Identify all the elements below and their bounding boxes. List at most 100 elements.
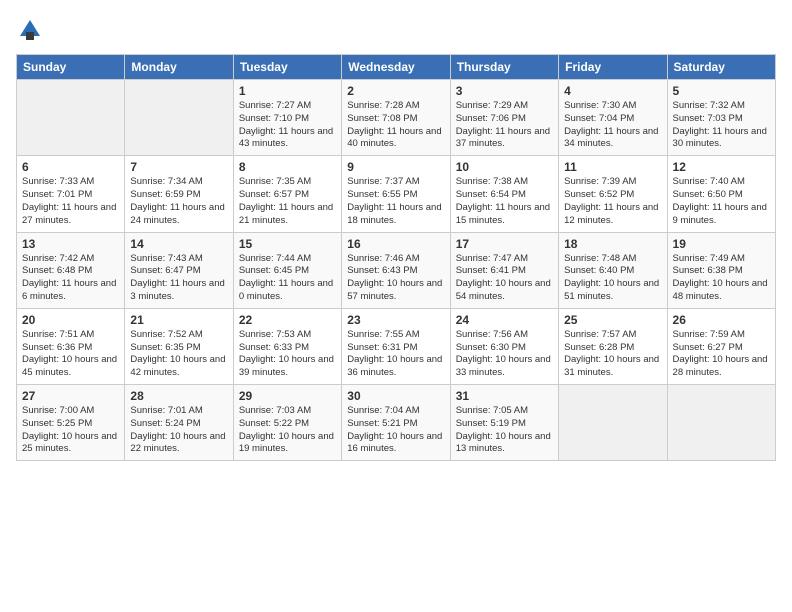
day-number: 16 bbox=[347, 237, 444, 251]
calendar-header-tuesday: Tuesday bbox=[233, 55, 341, 80]
calendar-cell: 15 Sunrise: 7:44 AM Sunset: 6:45 PM Dayli… bbox=[233, 232, 341, 308]
day-number: 20 bbox=[22, 313, 119, 327]
calendar-cell bbox=[559, 385, 667, 461]
calendar-cell bbox=[125, 80, 233, 156]
calendar-cell: 2 Sunrise: 7:28 AM Sunset: 7:08 PM Daylig… bbox=[342, 80, 450, 156]
day-info: Sunrise: 7:46 AM Sunset: 6:43 PM Dayligh… bbox=[347, 253, 444, 304]
day-number: 21 bbox=[130, 313, 227, 327]
day-number: 17 bbox=[456, 237, 553, 251]
day-number: 18 bbox=[564, 237, 661, 251]
calendar-cell: 10 Sunrise: 7:38 AM Sunset: 6:54 PM Dayli… bbox=[450, 156, 558, 232]
calendar-cell: 12 Sunrise: 7:40 AM Sunset: 6:50 PM Dayli… bbox=[667, 156, 775, 232]
day-info: Sunrise: 7:49 AM Sunset: 6:38 PM Dayligh… bbox=[673, 253, 770, 304]
calendar-cell: 7 Sunrise: 7:34 AM Sunset: 6:59 PM Daylig… bbox=[125, 156, 233, 232]
calendar-cell: 28 Sunrise: 7:01 AM Sunset: 5:24 PM Dayli… bbox=[125, 385, 233, 461]
calendar-week-row: 1Sunrise: 7:27 AM Sunset: 7:10 PM Daylig… bbox=[17, 80, 776, 156]
calendar-cell: 21 Sunrise: 7:52 AM Sunset: 6:35 PM Dayli… bbox=[125, 308, 233, 384]
day-info: Sunrise: 7:40 AM Sunset: 6:50 PM Dayligh… bbox=[673, 176, 770, 227]
logo bbox=[16, 16, 48, 44]
day-info: Sunrise: 7:51 AM Sunset: 6:36 PM Dayligh… bbox=[22, 329, 119, 380]
calendar-cell: 11 Sunrise: 7:39 AM Sunset: 6:52 PM Dayli… bbox=[559, 156, 667, 232]
day-info: Sunrise: 7:34 AM Sunset: 6:59 PM Dayligh… bbox=[130, 176, 227, 227]
day-number: 6 bbox=[22, 160, 119, 174]
day-info: Sunrise: 7:47 AM Sunset: 6:41 PM Dayligh… bbox=[456, 253, 553, 304]
day-info: Sunrise: 7:59 AM Sunset: 6:27 PM Dayligh… bbox=[673, 329, 770, 380]
day-info: Sunrise: 7:30 AM Sunset: 7:04 PM Dayligh… bbox=[564, 100, 661, 151]
calendar-cell: 13 Sunrise: 7:42 AM Sunset: 6:48 PM Dayli… bbox=[17, 232, 125, 308]
day-info: Sunrise: 7:39 AM Sunset: 6:52 PM Dayligh… bbox=[564, 176, 661, 227]
day-number: 3 bbox=[456, 84, 553, 98]
calendar-cell: 17 Sunrise: 7:47 AM Sunset: 6:41 PM Dayli… bbox=[450, 232, 558, 308]
day-number: 9 bbox=[347, 160, 444, 174]
day-info: Sunrise: 7:52 AM Sunset: 6:35 PM Dayligh… bbox=[130, 329, 227, 380]
day-info: Sunrise: 7:29 AM Sunset: 7:06 PM Dayligh… bbox=[456, 100, 553, 151]
calendar-cell: 26 Sunrise: 7:59 AM Sunset: 6:27 PM Dayli… bbox=[667, 308, 775, 384]
day-number: 2 bbox=[347, 84, 444, 98]
calendar-header-row: SundayMondayTuesdayWednesdayThursdayFrid… bbox=[17, 55, 776, 80]
calendar-header-saturday: Saturday bbox=[667, 55, 775, 80]
calendar-cell: 29Sunrise: 7:03 AM Sunset: 5:22 PM Dayli… bbox=[233, 385, 341, 461]
day-number: 29 bbox=[239, 389, 336, 403]
day-info: Sunrise: 7:42 AM Sunset: 6:48 PM Dayligh… bbox=[22, 253, 119, 304]
day-info: Sunrise: 7:57 AM Sunset: 6:28 PM Dayligh… bbox=[564, 329, 661, 380]
calendar-cell: 25Sunrise: 7:57 AM Sunset: 6:28 PM Dayli… bbox=[559, 308, 667, 384]
calendar-header-monday: Monday bbox=[125, 55, 233, 80]
calendar-week-row: 20 Sunrise: 7:51 AM Sunset: 6:36 PM Dayli… bbox=[17, 308, 776, 384]
calendar-cell: 16 Sunrise: 7:46 AM Sunset: 6:43 PM Dayli… bbox=[342, 232, 450, 308]
calendar-cell: 30 Sunrise: 7:04 AM Sunset: 5:21 PM Dayli… bbox=[342, 385, 450, 461]
day-info: Sunrise: 7:35 AM Sunset: 6:57 PM Dayligh… bbox=[239, 176, 336, 227]
day-number: 13 bbox=[22, 237, 119, 251]
logo-icon bbox=[16, 16, 44, 44]
day-number: 15 bbox=[239, 237, 336, 251]
calendar-cell: 23 Sunrise: 7:55 AM Sunset: 6:31 PM Dayli… bbox=[342, 308, 450, 384]
calendar-cell: 1Sunrise: 7:27 AM Sunset: 7:10 PM Daylig… bbox=[233, 80, 341, 156]
calendar-cell: 18 Sunrise: 7:48 AM Sunset: 6:40 PM Dayli… bbox=[559, 232, 667, 308]
calendar-cell: 5 Sunrise: 7:32 AM Sunset: 7:03 PM Daylig… bbox=[667, 80, 775, 156]
day-info: Sunrise: 7:04 AM Sunset: 5:21 PM Dayligh… bbox=[347, 405, 444, 456]
day-info: Sunrise: 7:55 AM Sunset: 6:31 PM Dayligh… bbox=[347, 329, 444, 380]
calendar-week-row: 27 Sunrise: 7:00 AM Sunset: 5:25 PM Dayli… bbox=[17, 385, 776, 461]
day-info: Sunrise: 7:38 AM Sunset: 6:54 PM Dayligh… bbox=[456, 176, 553, 227]
calendar-header-thursday: Thursday bbox=[450, 55, 558, 80]
day-info: Sunrise: 7:44 AM Sunset: 6:45 PM Dayligh… bbox=[239, 253, 336, 304]
day-info: Sunrise: 7:43 AM Sunset: 6:47 PM Dayligh… bbox=[130, 253, 227, 304]
day-number: 11 bbox=[564, 160, 661, 174]
day-number: 30 bbox=[347, 389, 444, 403]
calendar-cell: 24Sunrise: 7:56 AM Sunset: 6:30 PM Dayli… bbox=[450, 308, 558, 384]
day-number: 24 bbox=[456, 313, 553, 327]
calendar-cell: 19 Sunrise: 7:49 AM Sunset: 6:38 PM Dayli… bbox=[667, 232, 775, 308]
calendar-header-wednesday: Wednesday bbox=[342, 55, 450, 80]
day-info: Sunrise: 7:37 AM Sunset: 6:55 PM Dayligh… bbox=[347, 176, 444, 227]
day-number: 26 bbox=[673, 313, 770, 327]
calendar-header-friday: Friday bbox=[559, 55, 667, 80]
day-number: 28 bbox=[130, 389, 227, 403]
day-number: 12 bbox=[673, 160, 770, 174]
day-info: Sunrise: 7:48 AM Sunset: 6:40 PM Dayligh… bbox=[564, 253, 661, 304]
calendar-cell: 3 Sunrise: 7:29 AM Sunset: 7:06 PM Daylig… bbox=[450, 80, 558, 156]
day-info: Sunrise: 7:33 AM Sunset: 7:01 PM Dayligh… bbox=[22, 176, 119, 227]
day-number: 23 bbox=[347, 313, 444, 327]
day-number: 27 bbox=[22, 389, 119, 403]
day-info: Sunrise: 7:28 AM Sunset: 7:08 PM Dayligh… bbox=[347, 100, 444, 151]
calendar-cell: 31Sunrise: 7:05 AM Sunset: 5:19 PM Dayli… bbox=[450, 385, 558, 461]
day-info: Sunrise: 7:00 AM Sunset: 5:25 PM Dayligh… bbox=[22, 405, 119, 456]
calendar-cell: 9 Sunrise: 7:37 AM Sunset: 6:55 PM Daylig… bbox=[342, 156, 450, 232]
day-number: 10 bbox=[456, 160, 553, 174]
day-number: 31 bbox=[456, 389, 553, 403]
calendar-cell bbox=[667, 385, 775, 461]
day-number: 19 bbox=[673, 237, 770, 251]
day-number: 22 bbox=[239, 313, 336, 327]
day-info: Sunrise: 7:01 AM Sunset: 5:24 PM Dayligh… bbox=[130, 405, 227, 456]
day-info: Sunrise: 7:53 AM Sunset: 6:33 PM Dayligh… bbox=[239, 329, 336, 380]
day-info: Sunrise: 7:32 AM Sunset: 7:03 PM Dayligh… bbox=[673, 100, 770, 151]
page-header bbox=[16, 16, 776, 44]
day-info: Sunrise: 7:27 AM Sunset: 7:10 PM Dayligh… bbox=[239, 100, 336, 151]
calendar-cell bbox=[17, 80, 125, 156]
calendar-cell: 6 Sunrise: 7:33 AM Sunset: 7:01 PM Daylig… bbox=[17, 156, 125, 232]
calendar-cell: 4Sunrise: 7:30 AM Sunset: 7:04 PM Daylig… bbox=[559, 80, 667, 156]
calendar-cell: 27 Sunrise: 7:00 AM Sunset: 5:25 PM Dayli… bbox=[17, 385, 125, 461]
calendar-cell: 22 Sunrise: 7:53 AM Sunset: 6:33 PM Dayli… bbox=[233, 308, 341, 384]
day-number: 5 bbox=[673, 84, 770, 98]
day-number: 7 bbox=[130, 160, 227, 174]
calendar-week-row: 13 Sunrise: 7:42 AM Sunset: 6:48 PM Dayli… bbox=[17, 232, 776, 308]
